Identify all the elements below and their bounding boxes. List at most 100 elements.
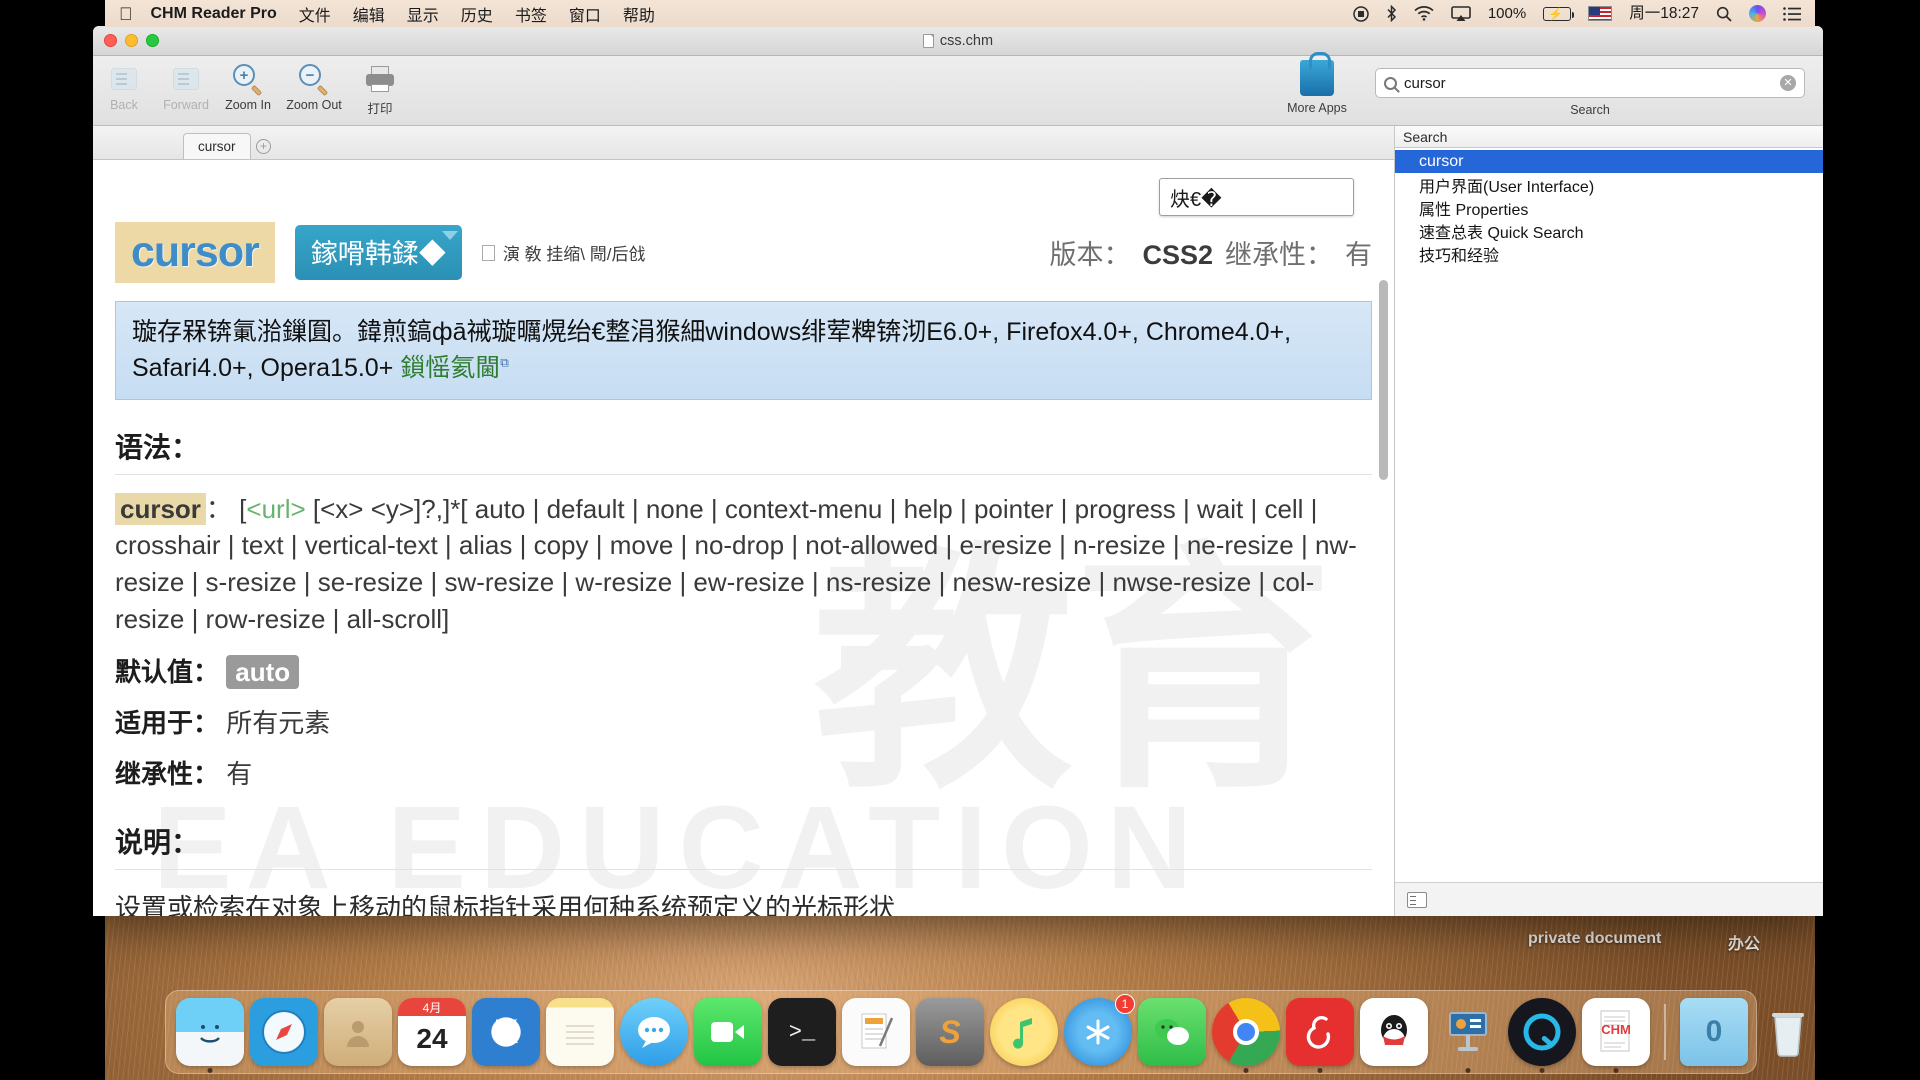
dock-item-pages[interactable] — [842, 998, 910, 1066]
sidebar-item-properties[interactable]: 属性 Properties — [1395, 196, 1823, 219]
menu-item-file[interactable]: 文件 — [299, 2, 331, 26]
property-title-chip: cursor — [115, 222, 275, 283]
dock-item-messages[interactable] — [620, 998, 688, 1066]
menu-item-edit[interactable]: 编辑 — [353, 2, 385, 26]
sidebar-item-tips[interactable]: 技巧和经验 — [1395, 242, 1823, 265]
dock-item-keynote[interactable] — [1434, 998, 1502, 1073]
toolbar-search-group: cursor ✕ Search — [1375, 56, 1805, 117]
zoom-out-icon: − — [279, 62, 349, 97]
apple-menu-icon[interactable]:  — [119, 5, 133, 23]
dock-item-notes[interactable] — [546, 998, 614, 1066]
airplay-icon[interactable] — [1451, 5, 1471, 22]
dock-item-app-store[interactable]: 1 — [1064, 994, 1135, 1066]
breadcrumb[interactable]: 演 敎 挂缩\ 閜/后戗 — [481, 240, 645, 265]
toolbar-right: More Apps cursor ✕ Search — [1277, 52, 1823, 117]
dock-item-wechat[interactable] — [1138, 998, 1206, 1066]
property-title: cursor — [131, 228, 260, 276]
sidebar-header: Search — [1395, 126, 1823, 148]
app-store-badge: 1 — [1115, 994, 1135, 1014]
printer-icon — [349, 62, 411, 96]
menu-item-view[interactable]: 显示 — [407, 2, 439, 26]
search-input[interactable]: cursor ✕ — [1375, 68, 1805, 98]
menu-app-name[interactable]: CHM Reader Pro — [151, 5, 277, 23]
forward-button[interactable]: Forward — [155, 56, 217, 112]
chevron-down-icon — [441, 231, 458, 240]
window-body: cursor + 教育 EA EDUCATION 炔€� cursor 鎵嗗韩鍒… — [93, 126, 1823, 916]
sidebar-result-list: cursor 用户界面(User Interface) 属性 Propertie… — [1395, 148, 1823, 882]
menu-item-window[interactable]: 窗口 — [569, 2, 601, 26]
battery-icon[interactable]: ⚡ — [1543, 6, 1575, 21]
sidebar-item-quick-search[interactable]: 速查总表 Quick Search — [1395, 219, 1823, 242]
syntax-property-name: cursor — [115, 492, 206, 525]
print-button[interactable]: 打印 — [349, 56, 411, 117]
inherit-label: 继承性： — [1225, 240, 1333, 270]
dock-item-trash[interactable] — [1754, 998, 1822, 1066]
dock-item-downloads-folder[interactable]: 0 — [1680, 998, 1748, 1066]
description-divider — [115, 869, 1372, 871]
version-value: CSS2 — [1142, 240, 1213, 270]
back-icon — [93, 62, 155, 96]
menubar-clock[interactable]: 周一18:27 — [1629, 6, 1699, 22]
content-scrollbar[interactable] — [1379, 280, 1388, 480]
dock-separator — [1664, 1004, 1666, 1060]
dock-item-terminal[interactable]: >_ — [768, 998, 836, 1066]
document-icon — [922, 33, 934, 48]
dock-item-kindle[interactable]: K — [472, 998, 540, 1066]
dock-item-contacts[interactable] — [324, 998, 392, 1066]
note-link[interactable]: 鎻愮氦閫 — [400, 354, 500, 382]
dock-item-safari[interactable] — [250, 998, 318, 1066]
tab-strip: cursor + — [93, 126, 1394, 160]
menu-item-bookmarks[interactable]: 书签 — [515, 2, 547, 26]
search-icon — [1384, 76, 1397, 90]
toolbar: Back Forward + Zoom In − Zoom Out 打印 Mor… — [93, 52, 1823, 126]
dock-item-finder[interactable] — [176, 998, 244, 1073]
demo-button[interactable]: 鎵嗗韩鍒◆ — [294, 225, 462, 280]
spotlight-search-icon[interactable] — [1716, 6, 1732, 22]
dock-item-netease-music[interactable] — [1286, 998, 1354, 1073]
sidebar-item-user-interface[interactable]: 用户界面(User Interface) — [1395, 173, 1823, 196]
dock-item-qq[interactable] — [1360, 998, 1428, 1066]
find-field[interactable]: 炔€� — [1159, 178, 1354, 216]
zoom-out-label: Zoom Out — [286, 98, 342, 112]
dock-item-chm-reader[interactable]: CHM — [1582, 998, 1650, 1073]
sidebar-footer — [1395, 882, 1823, 916]
letterbox-left — [0, 0, 105, 1080]
dock-item-facetime[interactable] — [694, 998, 762, 1066]
dock-item-quicktime[interactable] — [1508, 998, 1576, 1073]
menu-item-history[interactable]: 历史 — [461, 2, 493, 26]
bluetooth-icon[interactable] — [1386, 5, 1397, 22]
running-indicator — [1317, 1068, 1323, 1073]
dock-item-chrome[interactable] — [1212, 998, 1280, 1073]
wifi-icon[interactable] — [1414, 6, 1434, 21]
zoom-in-button[interactable]: + Zoom In — [217, 56, 279, 112]
menu-status-items: 100% ⚡ 周一18:27 — [1353, 5, 1815, 22]
window-title: css.chm — [93, 33, 1823, 49]
dock-item-sublime-text[interactable]: S — [916, 998, 984, 1066]
clear-search-icon[interactable]: ✕ — [1780, 75, 1796, 91]
dock-item-itunes[interactable] — [990, 998, 1058, 1066]
find-field-value: 炔€� — [1170, 188, 1222, 211]
document-body: cursor 鎵嗗韩鍒◆ 演 敎 挂缩\ 閜/后戗 版本： CSS2 继承性： … — [103, 160, 1394, 916]
new-tab-button[interactable]: + — [251, 133, 277, 159]
list-view-icon[interactable] — [1407, 891, 1427, 908]
siri-icon[interactable] — [1749, 5, 1766, 22]
record-icon[interactable] — [1353, 5, 1369, 22]
dock-item-calendar[interactable]: 4月 24 — [398, 998, 466, 1066]
zoom-out-button[interactable]: − Zoom Out — [279, 56, 349, 112]
letterbox-right — [1815, 0, 1920, 1080]
more-apps-button[interactable]: More Apps — [1277, 52, 1357, 115]
notification-center-icon[interactable] — [1783, 6, 1801, 21]
tab-cursor[interactable]: cursor — [183, 133, 251, 159]
menu-item-help[interactable]: 帮助 — [623, 2, 655, 26]
description-heading: 说明： — [115, 827, 200, 859]
back-button[interactable]: Back — [93, 56, 155, 112]
running-indicator — [1613, 1068, 1619, 1073]
document-page: 教育 EA EDUCATION 炔€� cursor 鎵嗗韩鍒◆ 演 敎 挂缩\… — [93, 160, 1394, 916]
sidebar-item-label: 速查总表 Quick Search — [1419, 224, 1584, 242]
window-title-bar: css.chm — [93, 26, 1823, 56]
zoom-in-icon: + — [217, 62, 279, 97]
sidebar-item-label: 用户界面(User Interface) — [1419, 178, 1595, 196]
applies-to-value: 所有元素 — [226, 708, 331, 739]
input-source-flag-icon[interactable] — [1588, 6, 1613, 21]
sidebar-item-cursor[interactable]: cursor — [1395, 150, 1823, 173]
